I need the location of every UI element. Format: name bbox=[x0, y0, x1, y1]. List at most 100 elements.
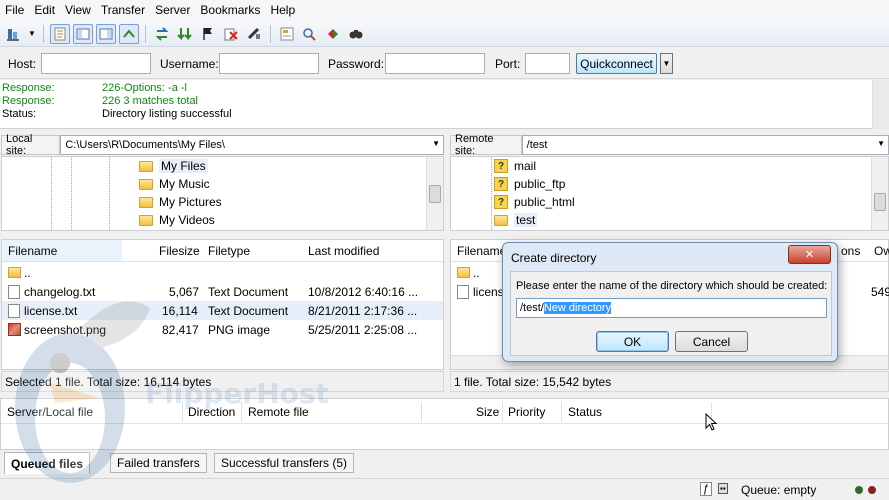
scrollbar-thumb[interactable] bbox=[429, 185, 441, 203]
file-name: licens bbox=[473, 285, 504, 299]
menu-server[interactable]: Server bbox=[150, 3, 195, 17]
toolbar-separator bbox=[43, 24, 44, 43]
quickconnect-bar: Host: Username: Password: Port: Quickcon… bbox=[0, 48, 889, 79]
column-size[interactable]: Size bbox=[476, 405, 499, 419]
column-owner[interactable]: Ow bbox=[874, 244, 889, 258]
menu-bookmarks[interactable]: Bookmarks bbox=[195, 3, 265, 17]
column-filename[interactable]: Filename bbox=[457, 244, 506, 258]
folder-icon bbox=[457, 267, 470, 278]
log-value: 226 3 matches total bbox=[102, 95, 199, 107]
cancel-icon[interactable] bbox=[221, 24, 241, 44]
file-row[interactable]: screenshot.png 82,417 PNG image 5/25/201… bbox=[2, 320, 443, 339]
column-status[interactable]: Status bbox=[568, 405, 602, 419]
column-priority[interactable]: Priority bbox=[508, 405, 545, 419]
input-selected-text: New directory bbox=[543, 302, 612, 314]
scrollbar-thumb[interactable] bbox=[874, 193, 886, 211]
column-filesize[interactable]: Filesize bbox=[159, 244, 200, 258]
search-icon[interactable] bbox=[346, 24, 366, 44]
tree-item-test[interactable]: test bbox=[494, 211, 538, 229]
folder-icon bbox=[494, 214, 508, 226]
watermark-text: FlipperHost bbox=[145, 377, 329, 410]
toolbar-separator bbox=[270, 24, 271, 43]
toggle-tree-icon[interactable] bbox=[73, 23, 93, 44]
local-site-label: Local site: bbox=[1, 133, 61, 157]
quickconnect-button[interactable]: Quickconnect bbox=[576, 53, 657, 74]
column-filetype[interactable]: Filetype bbox=[208, 244, 250, 258]
tree-item-public-ftp[interactable]: ? public_ftp bbox=[494, 175, 565, 193]
cancel-button[interactable]: Cancel bbox=[675, 331, 748, 352]
menu-bar: File Edit View Transfer Server Bookmarks… bbox=[0, 0, 889, 20]
remote-path-input[interactable]: /test ▼ bbox=[521, 135, 889, 155]
tab-failed-transfers[interactable]: Failed transfers bbox=[110, 453, 207, 473]
file-type: PNG image bbox=[208, 323, 271, 337]
tree-item-public-html[interactable]: ? public_html bbox=[494, 193, 575, 211]
log-value: Directory listing successful bbox=[102, 108, 232, 120]
chevron-down-icon[interactable]: ▼ bbox=[432, 139, 440, 148]
log-value: 226-Options: -a -l bbox=[102, 82, 187, 94]
sync-browse-icon[interactable] bbox=[323, 24, 343, 44]
password-input[interactable] bbox=[385, 53, 485, 74]
tree-item-my-files[interactable]: My Files bbox=[139, 157, 208, 175]
column-last-modified[interactable]: Last modified bbox=[308, 244, 379, 258]
menu-transfer[interactable]: Transfer bbox=[96, 3, 150, 17]
ok-button[interactable]: OK bbox=[596, 331, 669, 352]
log-scrollbar[interactable] bbox=[872, 80, 889, 129]
toggle-remote-tree-icon[interactable] bbox=[96, 23, 116, 44]
column-server-local-file[interactable]: Server/Local file bbox=[7, 405, 93, 419]
queue-tabs: Queued files Failed transfers Successful… bbox=[0, 451, 889, 475]
tree-item-my-pictures[interactable]: My Pictures bbox=[139, 193, 222, 211]
quickconnect-dropdown-icon[interactable]: ▼ bbox=[660, 53, 673, 74]
site-manager-icon[interactable] bbox=[4, 24, 24, 44]
column-permissions[interactable]: ons bbox=[841, 244, 860, 258]
tab-queued-files[interactable]: Queued files bbox=[4, 452, 91, 474]
tree-item-label: My Files bbox=[159, 159, 208, 173]
menu-file[interactable]: File bbox=[0, 3, 29, 17]
tree-item-my-music[interactable]: My Music bbox=[139, 175, 210, 193]
log-line: Response: 226-Options: -a -l bbox=[2, 82, 187, 95]
tree-item-my-videos[interactable]: My Videos bbox=[139, 211, 215, 229]
filter-icon[interactable] bbox=[277, 24, 297, 44]
folder-icon bbox=[8, 267, 21, 278]
menu-edit[interactable]: Edit bbox=[29, 3, 60, 17]
local-path-input[interactable]: C:\Users\R\Documents\My Files\ ▼ bbox=[60, 135, 444, 155]
file-row[interactable]: .. bbox=[2, 263, 443, 282]
menu-view[interactable]: View bbox=[60, 3, 96, 17]
text-file-icon bbox=[457, 285, 469, 299]
compare-icon[interactable] bbox=[300, 24, 320, 44]
username-input[interactable] bbox=[219, 53, 319, 74]
local-path-text: C:\Users\R\Documents\My Files\ bbox=[65, 139, 225, 151]
dropdown-icon[interactable]: ▼ bbox=[27, 24, 37, 44]
text-file-icon bbox=[8, 304, 20, 318]
transfer-mode-icon: ƒ bbox=[700, 482, 713, 496]
local-tree-scrollbar[interactable] bbox=[426, 157, 443, 230]
folder-icon bbox=[139, 214, 153, 226]
process-queue-icon[interactable] bbox=[175, 24, 195, 44]
dialog-body: Please enter the name of the directory w… bbox=[510, 271, 832, 356]
port-input[interactable] bbox=[525, 53, 570, 74]
tab-successful-transfers[interactable]: Successful transfers (5) bbox=[214, 453, 355, 473]
refresh-icon[interactable] bbox=[152, 24, 172, 44]
host-input[interactable] bbox=[41, 53, 151, 74]
flag-icon[interactable] bbox=[198, 24, 218, 44]
tree-item-mail[interactable]: ? mail bbox=[494, 157, 536, 175]
dialog-title: Create directory bbox=[511, 251, 597, 265]
unknown-folder-icon: ? bbox=[494, 159, 508, 173]
close-icon[interactable]: ✕ bbox=[788, 245, 831, 264]
file-size: 5,067 bbox=[169, 285, 200, 299]
create-directory-dialog: Create directory ✕ Please enter the name… bbox=[502, 242, 838, 362]
message-log: Response: 226-Options: -a -l Response: 2… bbox=[0, 80, 889, 129]
toggle-queue-icon[interactable] bbox=[119, 23, 139, 44]
tree-item-label: mail bbox=[514, 159, 537, 173]
column-filename[interactable]: Filename bbox=[8, 244, 57, 258]
directory-name-input[interactable]: /test/New directory bbox=[516, 298, 827, 318]
tree-item-label: My Videos bbox=[159, 213, 215, 227]
file-row[interactable]: changelog.txt 5,067 Text Document 10/8/2… bbox=[2, 282, 443, 301]
chevron-down-icon[interactable]: ▼ bbox=[877, 139, 885, 148]
remote-status: 1 file. Total size: 15,542 bytes bbox=[450, 371, 889, 392]
remote-tree-scrollbar[interactable] bbox=[871, 157, 888, 230]
file-row[interactable]: license.txt 16,114 Text Document 8/21/20… bbox=[2, 301, 443, 320]
toggle-log-icon[interactable] bbox=[50, 23, 70, 44]
disconnect-icon[interactable] bbox=[244, 24, 264, 44]
menu-help[interactable]: Help bbox=[265, 3, 300, 17]
unknown-folder-icon: ? bbox=[494, 195, 508, 209]
